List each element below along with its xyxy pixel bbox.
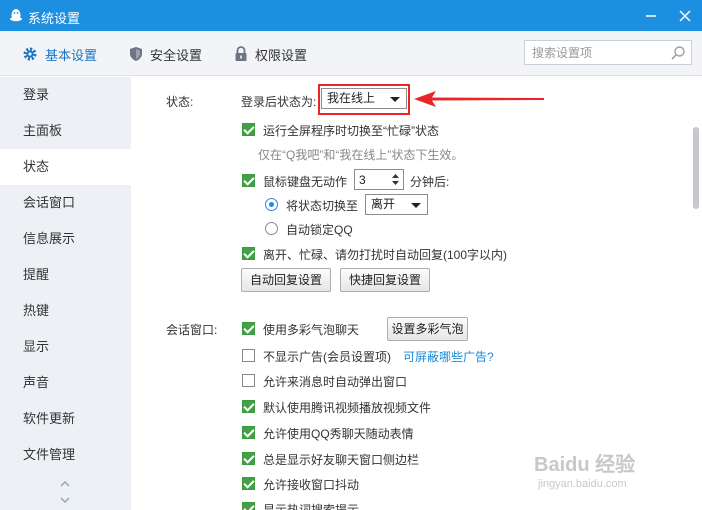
watermark-url: jingyan.baidu.com [538, 478, 627, 490]
sidebar-item-login[interactable]: 登录 [0, 77, 131, 113]
settings-search-box[interactable] [524, 40, 692, 65]
window-shake-label: 允许接收窗口抖动 [263, 478, 360, 492]
stepper-arrows-icon[interactable] [388, 170, 403, 189]
auto-lock-label: 自动锁定QQ [286, 223, 353, 237]
sidebar-item-sound[interactable]: 声音 [0, 365, 131, 401]
close-icon [679, 9, 691, 22]
annotation-highlight-box [318, 84, 410, 115]
sidebar-item-session-window[interactable]: 会话窗口 [0, 185, 131, 221]
qq-penguin-icon [10, 9, 22, 22]
sidebar-item-software-update[interactable]: 软件更新 [0, 401, 131, 437]
auto-popup-label: 允许来消息时自动弹出窗口 [263, 375, 408, 389]
hot-search-label: 显示热词搜索提示 [263, 503, 360, 510]
tencent-video-checkbox[interactable] [242, 400, 255, 413]
fullscreen-busy-hint: 仅在“Q我吧”和“我在线上”状态下生效。 [258, 148, 464, 162]
title-bar: 系统设置 [0, 0, 702, 31]
tab-security-settings[interactable]: 安全设置 [129, 44, 202, 64]
sidebar-item-main-panel[interactable]: 主面板 [0, 113, 131, 149]
tab-label: 权限设置 [255, 47, 308, 63]
auto-reply-label: 离开、忙碌、请勿打扰时自动回复(100字以内) [263, 248, 508, 262]
annotation-arrow-icon [414, 91, 544, 107]
tab-permission-settings[interactable]: 权限设置 [234, 44, 307, 64]
search-input[interactable] [525, 41, 665, 64]
fullscreen-busy-checkbox[interactable] [242, 123, 255, 136]
ads-info-link[interactable]: 可屏蔽哪些广告? [403, 348, 494, 365]
status-section-label: 状态: [166, 95, 194, 109]
chevron-down-icon [411, 203, 421, 208]
search-icon[interactable] [670, 45, 686, 61]
idle-minutes-suffix: 分钟后: [410, 175, 450, 189]
sidebar-item-file-management[interactable]: 文件管理 [0, 437, 131, 473]
qq-show-emotes-checkbox[interactable] [242, 426, 255, 439]
idle-minutes-stepper[interactable]: 3 [354, 169, 404, 190]
show-sidebar-label: 总是显示好友聊天窗口侧边栏 [263, 453, 420, 467]
switch-status-label: 将状态切换至 [286, 199, 359, 213]
sidebar-scroll-arrows[interactable] [58, 478, 72, 509]
hot-search-checkbox[interactable] [242, 502, 255, 510]
tab-basic-settings[interactable]: 基本设置 [22, 44, 97, 64]
sidebar-item-status[interactable]: 状态 [0, 149, 131, 185]
lock-icon [235, 46, 247, 61]
tencent-video-label: 默认使用腾讯视频播放视频文件 [263, 401, 432, 415]
idle-checkbox[interactable] [242, 174, 255, 187]
switch-status-radio[interactable] [265, 198, 278, 211]
idle-minutes-value: 3 [359, 173, 366, 187]
show-sidebar-checkbox[interactable] [242, 452, 255, 465]
tab-label: 安全设置 [150, 47, 203, 63]
chevron-up-down-icon [60, 480, 70, 504]
close-button[interactable] [668, 0, 702, 31]
hide-ads-label: 不显示广告(会员设置项) [263, 350, 391, 364]
window-title: 系统设置 [28, 11, 81, 26]
fullscreen-busy-label: 运行全屏程序时切换至“忙碌”状态 [263, 124, 439, 138]
minimize-button[interactable] [634, 0, 668, 31]
auto-popup-checkbox[interactable] [242, 374, 255, 387]
auto-reply-checkbox[interactable] [242, 247, 255, 260]
minimize-icon [646, 14, 656, 17]
set-bubble-button[interactable]: 设置多彩气泡 [387, 317, 468, 341]
colorful-bubble-label: 使用多彩气泡聊天 [263, 323, 360, 337]
quick-reply-settings-button[interactable]: 快捷回复设置 [340, 268, 430, 292]
auto-lock-radio[interactable] [265, 222, 278, 235]
sidebar-item-info-display[interactable]: 信息展示 [0, 221, 131, 257]
qq-show-emotes-label: 允许使用QQ秀聊天随动表情 [263, 427, 414, 441]
session-section-label: 会话窗口: [166, 323, 218, 337]
watermark-logo: Baidu 经验 [534, 454, 636, 476]
gear-icon [23, 47, 37, 61]
sidebar-item-hotkeys[interactable]: 热键 [0, 293, 131, 329]
tab-label: 基本设置 [45, 47, 98, 63]
idle-label: 鼠标键盘无动作 [263, 175, 348, 189]
sidebar-item-display[interactable]: 显示 [0, 329, 131, 365]
auto-reply-settings-button[interactable]: 自动回复设置 [241, 268, 331, 292]
content-scrollbar[interactable] [690, 77, 702, 510]
switch-status-select[interactable]: 离开 [365, 194, 428, 215]
switch-status-value: 离开 [371, 197, 396, 211]
settings-content [131, 77, 690, 510]
scrollbar-thumb[interactable] [693, 127, 699, 209]
window-shake-checkbox[interactable] [242, 477, 255, 490]
shield-icon [130, 47, 142, 61]
hide-ads-checkbox[interactable] [242, 349, 255, 362]
sidebar-item-reminder[interactable]: 提醒 [0, 257, 131, 293]
login-status-label: 登录后状态为: [241, 95, 317, 109]
colorful-bubble-checkbox[interactable] [242, 322, 255, 335]
